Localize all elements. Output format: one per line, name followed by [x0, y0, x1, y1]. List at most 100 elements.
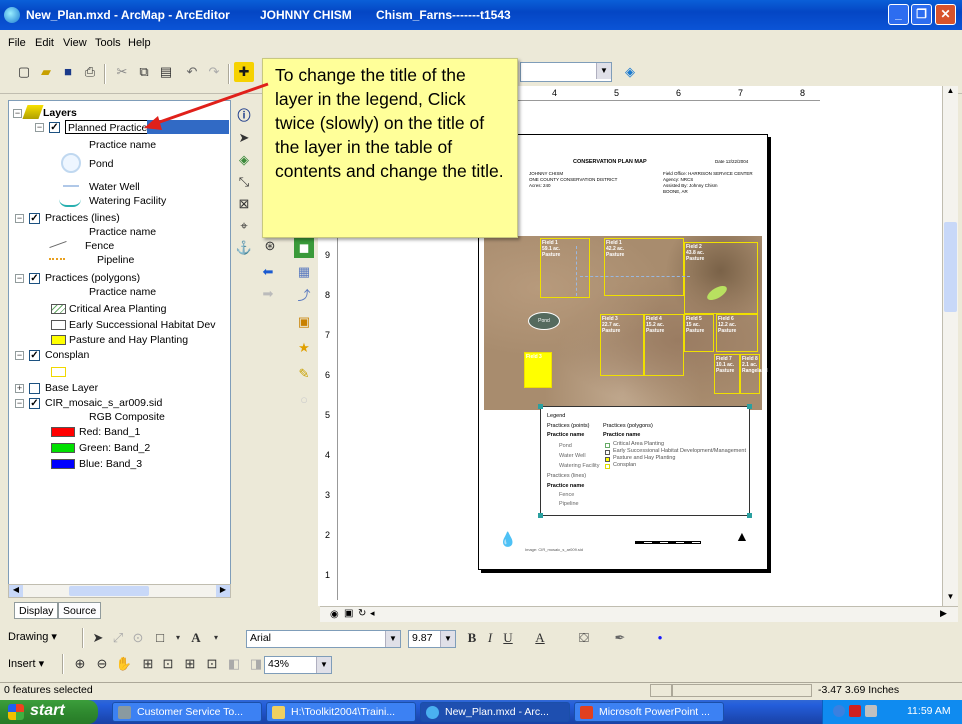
task-customer-service[interactable]: Customer Service To... [112, 702, 262, 722]
drawing-menu[interactable]: Drawing ▾ [8, 630, 57, 643]
save-icon[interactable]: ■ [58, 62, 78, 82]
select-features-icon[interactable]: ◈ [234, 150, 254, 170]
toc-root-layers[interactable]: Layers [43, 106, 77, 120]
copy-icon[interactable]: ⧉ [134, 62, 154, 82]
tab-display[interactable]: Display [14, 602, 59, 619]
text-tool-icon[interactable]: A [186, 628, 206, 648]
selection-handle[interactable] [538, 404, 543, 409]
hyperlink-icon[interactable]: ⚓ [234, 238, 254, 258]
arctoolbox-icon[interactable]: ◈ [620, 62, 640, 82]
layout-vertical-scrollbar[interactable]: ▲ ▼ [942, 86, 958, 606]
underline-button[interactable]: U [498, 628, 518, 648]
layout-vscroll-thumb[interactable] [944, 222, 957, 312]
base-layer-checkbox[interactable] [29, 383, 40, 394]
toc-scroll-thumb[interactable] [69, 586, 149, 596]
font-size-dropdown[interactable]: 9.87 ▼ [408, 630, 456, 648]
print-icon[interactable]: ⎙ [80, 62, 100, 82]
toc-base-layer[interactable]: Base Layer [45, 381, 98, 395]
italic-button[interactable]: I [480, 628, 500, 648]
zoom-whole-page-icon[interactable]: ◼ [294, 238, 314, 258]
refresh-icon[interactable]: ↻ [358, 608, 366, 619]
scroll-down-icon[interactable]: ▼ [943, 592, 958, 601]
pan-layout-icon[interactable]: ✋ [114, 654, 134, 674]
open-folder-icon[interactable]: ▰ [36, 62, 56, 82]
rotate-icon[interactable]: ⤢ [108, 628, 128, 648]
layout-horizontal-scrollbar[interactable]: ◉ ▣ ↻ ◂ ▶ [320, 606, 958, 622]
back-layout-icon[interactable]: ◧ [224, 654, 244, 674]
marker-color-icon[interactable]: • [650, 628, 670, 648]
zoom-100-icon[interactable]: ▣ [294, 312, 314, 332]
menu-tools[interactable]: Tools [95, 37, 121, 49]
scroll-right-icon[interactable]: ▶ [216, 585, 230, 597]
menu-file[interactable]: File [8, 37, 26, 49]
bold-button[interactable]: B [462, 628, 482, 648]
tray-network-icon[interactable] [833, 705, 845, 717]
practices-lines-checkbox[interactable]: ✓ [29, 213, 40, 224]
task-arcmap[interactable]: New_Plan.mxd - Arc... [420, 702, 570, 722]
collapse-cir-icon[interactable]: − [15, 399, 24, 408]
back-extent-icon[interactable]: ⬅ [258, 262, 278, 282]
scroll-left-icon[interactable]: ◀ [9, 585, 23, 597]
font-dropdown[interactable]: Arial ▼ [246, 630, 401, 648]
expand-base-layer-icon[interactable]: + [15, 384, 24, 393]
task-powerpoint[interactable]: Microsoft PowerPoint ... [574, 702, 724, 722]
forward-layout-icon[interactable]: ◨ [246, 654, 266, 674]
fixed-zoom-out-icon[interactable]: ⤴ [294, 286, 314, 306]
collapse-consplan-icon[interactable]: − [15, 351, 24, 360]
rectangle-dropdown-icon[interactable]: ▾ [168, 628, 188, 648]
collapse-polygons-icon[interactable]: − [15, 274, 24, 283]
rectangle-icon[interactable]: □ [150, 628, 170, 648]
data-view-icon[interactable]: ◉ [330, 609, 339, 620]
fixed-zoom-in-small-icon[interactable]: ⊞ [180, 654, 200, 674]
fixed-zoom-out-small-icon[interactable]: ⊡ [202, 654, 222, 674]
collapse-planned-icon[interactable]: − [35, 123, 44, 132]
line-color-icon[interactable]: ✒ [610, 628, 630, 648]
zoom-whole-page-small-icon[interactable]: ⊞ [138, 654, 158, 674]
cut-icon[interactable]: ✂ [112, 62, 132, 82]
task-toolkit-folder[interactable]: H:\Toolkit2004\Traini... [266, 702, 416, 722]
go-to-xy-icon[interactable]: ⊛ [260, 236, 280, 256]
change-layout-icon[interactable]: ✎ [294, 364, 314, 384]
text-dropdown-icon[interactable]: ▾ [206, 628, 226, 648]
scroll-right-icon[interactable]: ▶ [940, 608, 947, 619]
paste-icon[interactable]: ▤ [156, 62, 176, 82]
selection-handle[interactable] [538, 513, 543, 518]
toc-practices-polygons[interactable]: Practices (polygons) [45, 271, 140, 285]
menu-edit[interactable]: Edit [35, 37, 54, 49]
cir-mosaic-checkbox[interactable]: ✓ [29, 398, 40, 409]
undo-icon[interactable]: ↶ [182, 62, 202, 82]
font-color-icon[interactable]: A [530, 628, 550, 648]
toc-consplan[interactable]: Consplan [45, 348, 89, 362]
zoom-out-layout-icon[interactable]: ⊖ [92, 654, 112, 674]
tray-security-icon[interactable] [849, 705, 861, 717]
toc-horizontal-scrollbar[interactable]: ◀ ▶ [8, 584, 231, 598]
insert-menu[interactable]: Insert ▾ [8, 657, 44, 670]
collapse-lines-icon[interactable]: − [15, 214, 24, 223]
practices-polygons-checkbox[interactable]: ✓ [29, 273, 40, 284]
zoom-in-layout-icon[interactable]: ⊕ [70, 654, 90, 674]
scroll-up-icon[interactable]: ▲ [943, 86, 958, 95]
scale-dropdown[interactable]: ▼ [520, 62, 612, 82]
fixed-zoom-in-icon[interactable]: ▦ [294, 262, 314, 282]
measure-icon[interactable]: ⤡ [234, 172, 254, 192]
pause-drawing-icon[interactable]: ◂ [370, 608, 375, 619]
zoom-whole-icon[interactable]: ⊙ [128, 628, 148, 648]
clear-selection-icon[interactable]: ⊠ [234, 194, 254, 214]
forward-extent-icon[interactable]: ➡ [258, 284, 278, 304]
fill-color-icon[interactable]: ⛋ [574, 628, 594, 648]
selection-handle[interactable] [747, 404, 752, 409]
selection-handle[interactable] [747, 513, 752, 518]
tab-source[interactable]: Source [58, 602, 102, 619]
find-icon[interactable]: ⌖ [234, 216, 254, 236]
new-document-icon[interactable]: ▢ [14, 62, 34, 82]
minimize-button[interactable]: _ [888, 4, 909, 25]
zoom-percent-dropdown[interactable]: 43% ▼ [264, 656, 332, 674]
focus-data-frame-icon[interactable]: ★ [294, 338, 314, 358]
toc-cir-mosaic[interactable]: CIR_mosaic_s_ar009.sid [45, 396, 162, 410]
menu-view[interactable]: View [63, 37, 87, 49]
restore-button[interactable]: ❐ [911, 4, 932, 25]
toc-practices-lines[interactable]: Practices (lines) [45, 211, 120, 225]
collapse-layers-icon[interactable]: − [13, 109, 22, 118]
map-legend[interactable]: Legend Practices (points) Practices (pol… [538, 404, 752, 518]
select-pointer-icon[interactable]: ➤ [88, 628, 108, 648]
